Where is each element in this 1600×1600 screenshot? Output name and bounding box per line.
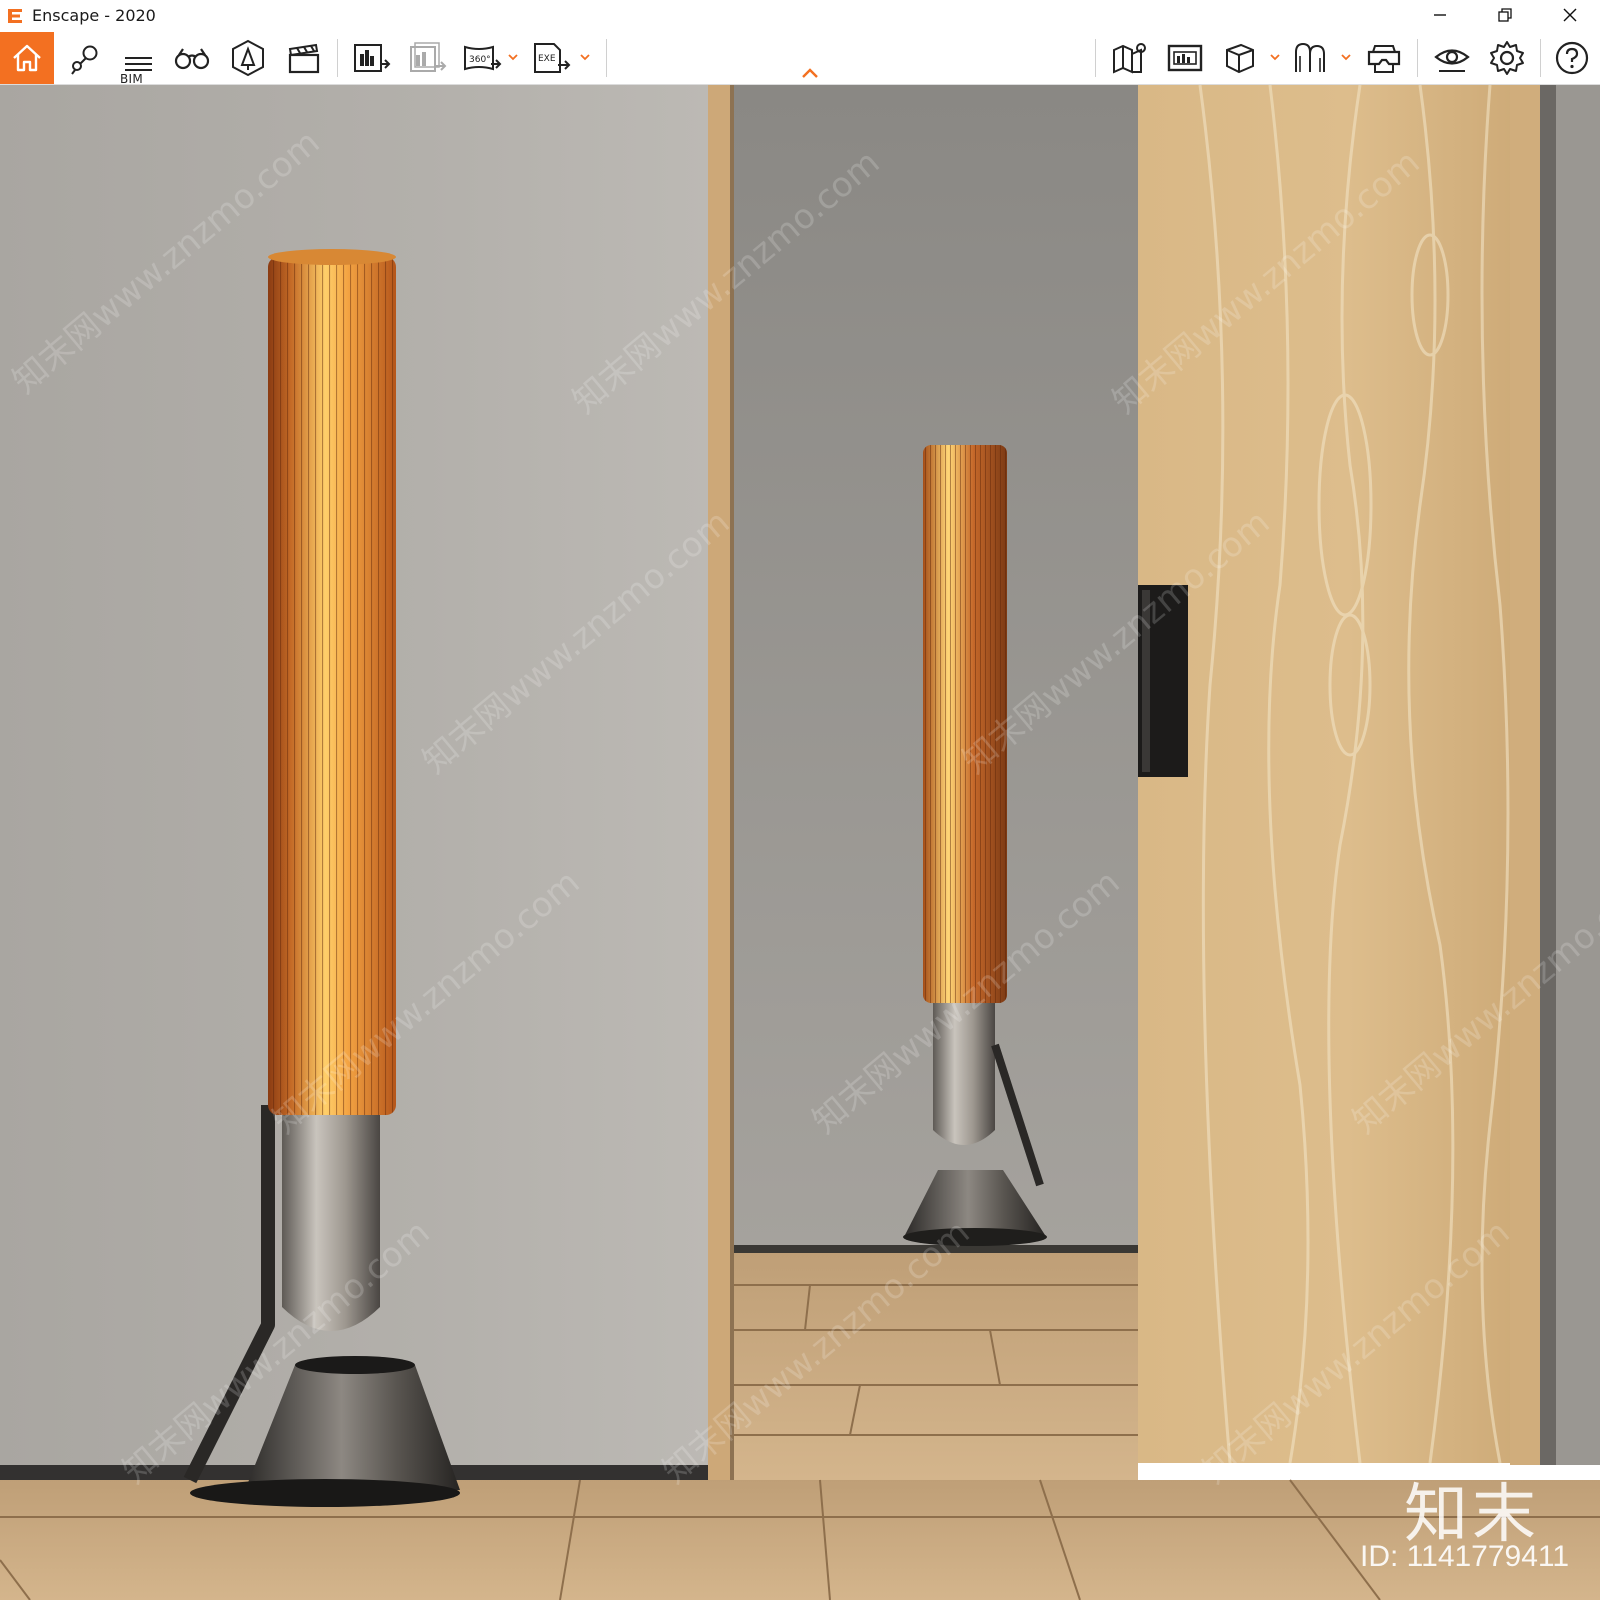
gear-icon bbox=[1490, 41, 1524, 75]
render-viewport[interactable]: 知末网www.znzmo.com 知末网www.znzmo.com 知末网www… bbox=[0, 85, 1600, 1600]
panorama-button[interactable]: 360° bbox=[460, 32, 504, 84]
assets-button[interactable] bbox=[226, 32, 270, 84]
toolbar-separator bbox=[1540, 39, 1541, 77]
help-button[interactable] bbox=[1550, 32, 1594, 84]
svg-text:360°: 360° bbox=[469, 55, 491, 65]
panorama-dropdown-chevron-down-icon[interactable] bbox=[506, 50, 520, 64]
sync-dropdown-chevron-down-icon[interactable] bbox=[1268, 50, 1282, 64]
views-button[interactable] bbox=[62, 32, 106, 84]
map-button[interactable] bbox=[1108, 32, 1152, 84]
sync-button[interactable] bbox=[1218, 32, 1262, 84]
bim-icon bbox=[125, 57, 152, 71]
collapse-toolbar-chevron-up-icon[interactable] bbox=[799, 66, 821, 80]
exe-export-icon: EXE bbox=[534, 43, 571, 73]
binoculars-icon bbox=[174, 48, 210, 70]
asset-library-icon bbox=[232, 39, 264, 77]
title-bar: Enscape - 2020 bbox=[0, 0, 1600, 32]
close-icon bbox=[1563, 8, 1577, 22]
batch-export-icon bbox=[410, 42, 447, 72]
toolbar-separator bbox=[1095, 39, 1096, 77]
scene-render bbox=[0, 85, 1600, 1600]
restore-button[interactable] bbox=[1475, 0, 1535, 30]
watermark-id: ID: 1141779411 bbox=[1360, 1540, 1570, 1573]
eye-icon bbox=[1434, 49, 1470, 72]
vr-headset-icon bbox=[1367, 45, 1401, 73]
svg-text:EXE: EXE bbox=[538, 54, 556, 64]
visual-settings-button[interactable] bbox=[1430, 32, 1474, 84]
clapperboard-icon bbox=[288, 43, 320, 74]
main-toolbar: BIM 360° EXE bbox=[0, 32, 1600, 86]
vr-button[interactable] bbox=[1362, 32, 1406, 84]
render-export-icon bbox=[354, 44, 391, 72]
minimize-icon bbox=[1434, 14, 1446, 16]
toolbar-separator bbox=[606, 39, 607, 77]
enscape-logo-icon bbox=[8, 9, 22, 23]
home-button[interactable] bbox=[0, 32, 54, 84]
bim-label: BIM bbox=[120, 72, 144, 86]
close-button[interactable] bbox=[1540, 0, 1600, 30]
restore-icon bbox=[1498, 8, 1512, 22]
minimize-button[interactable] bbox=[1410, 0, 1470, 30]
collaborate-button[interactable] bbox=[1289, 32, 1333, 84]
toolbar-separator bbox=[1417, 39, 1418, 77]
toolbar-separator bbox=[337, 39, 338, 77]
capture-button[interactable] bbox=[1163, 32, 1207, 84]
render-export-button[interactable] bbox=[348, 32, 396, 84]
help-icon bbox=[1555, 41, 1589, 75]
map-icon bbox=[1113, 43, 1146, 74]
panorama-360-icon: 360° bbox=[464, 45, 502, 71]
batch-export-button[interactable] bbox=[404, 32, 452, 84]
view-pins-icon bbox=[71, 45, 98, 75]
window-title: Enscape - 2020 bbox=[32, 6, 156, 25]
capture-icon bbox=[1167, 44, 1203, 72]
exe-export-button[interactable]: EXE bbox=[530, 32, 574, 84]
settings-button[interactable] bbox=[1485, 32, 1529, 84]
home-icon bbox=[13, 44, 41, 72]
collaborate-dropdown-chevron-down-icon[interactable] bbox=[1339, 50, 1353, 64]
figures-icon bbox=[1295, 42, 1325, 72]
video-editor-button[interactable] bbox=[282, 32, 326, 84]
exe-dropdown-chevron-down-icon[interactable] bbox=[578, 50, 592, 64]
walk-mode-button[interactable] bbox=[170, 32, 214, 84]
cube-icon bbox=[1226, 43, 1254, 74]
